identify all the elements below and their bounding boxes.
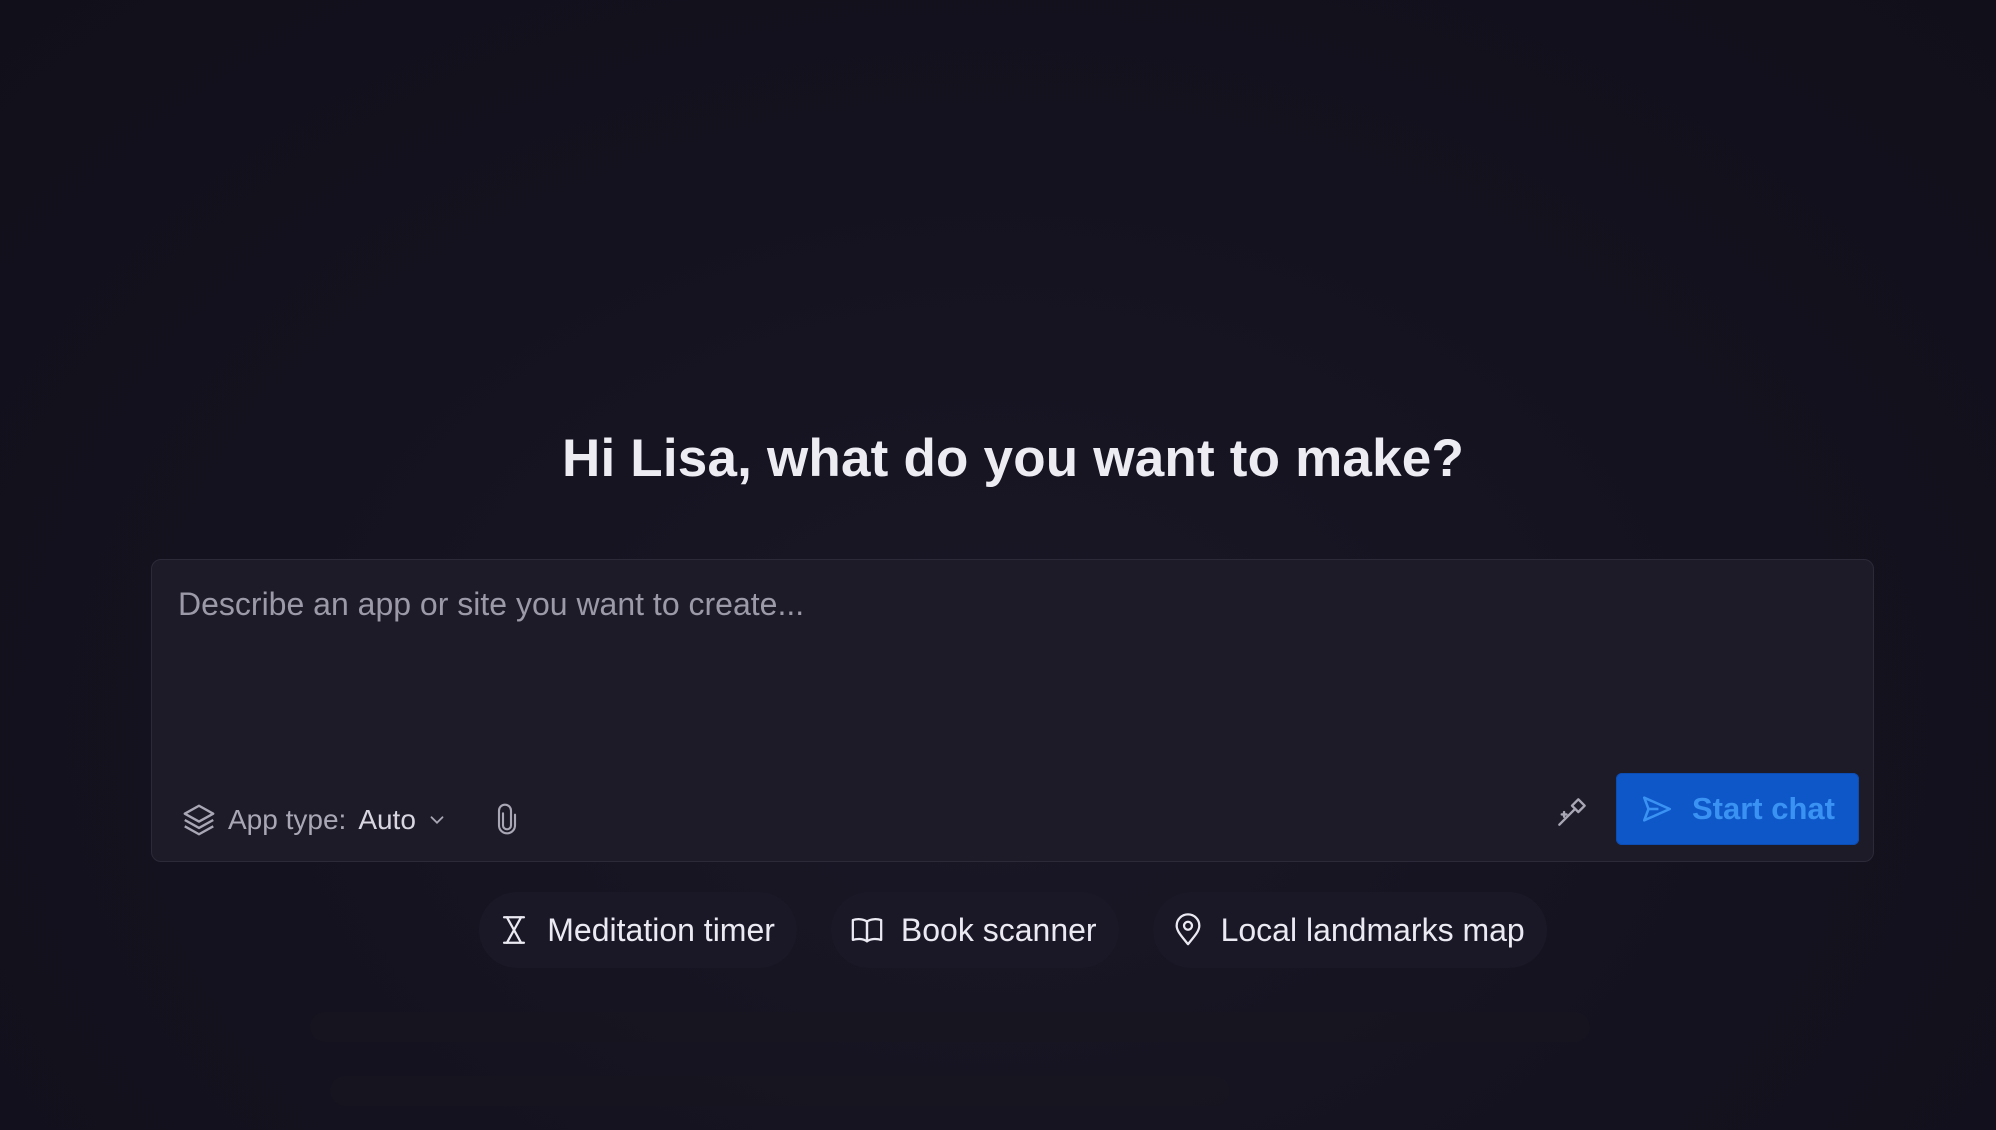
suggestion-book-scanner[interactable]: Book scanner: [830, 892, 1119, 968]
app-type-label: App type:: [228, 804, 347, 835]
chevron-down-icon: [426, 809, 448, 831]
app-type-selector[interactable]: App type: Auto: [180, 798, 448, 842]
send-icon: [1640, 792, 1674, 826]
app-type-value: Auto: [358, 804, 416, 835]
hourglass-icon: [497, 913, 531, 947]
book-icon: [849, 913, 885, 947]
prompt-composer: App type: Auto: [151, 559, 1874, 862]
magic-wand-icon[interactable]: [1548, 788, 1596, 836]
start-chat-label: Start chat: [1692, 791, 1835, 826]
map-pin-icon: [1171, 911, 1205, 949]
suggestion-local-landmarks-map[interactable]: Local landmarks map: [1152, 892, 1547, 968]
layers-icon: [180, 801, 218, 839]
faded-placeholder-row: [310, 1012, 1590, 1042]
suggestion-label: Local landmarks map: [1220, 911, 1525, 948]
prompt-input[interactable]: [176, 584, 1840, 738]
suggestion-list: Meditation timer Book scanner Local land…: [0, 892, 1996, 968]
faded-placeholder-row: [330, 1076, 1230, 1106]
page: Hi Lisa, what do you want to make? App t…: [0, 0, 1996, 1130]
page-title: Hi Lisa, what do you want to make?: [561, 429, 1465, 488]
paperclip-icon[interactable]: [487, 800, 527, 840]
suggestion-label: Meditation timer: [547, 911, 775, 948]
suggestion-meditation-timer[interactable]: Meditation timer: [479, 892, 797, 968]
start-chat-button[interactable]: Start chat: [1616, 773, 1859, 845]
suggestion-label: Book scanner: [900, 911, 1097, 948]
